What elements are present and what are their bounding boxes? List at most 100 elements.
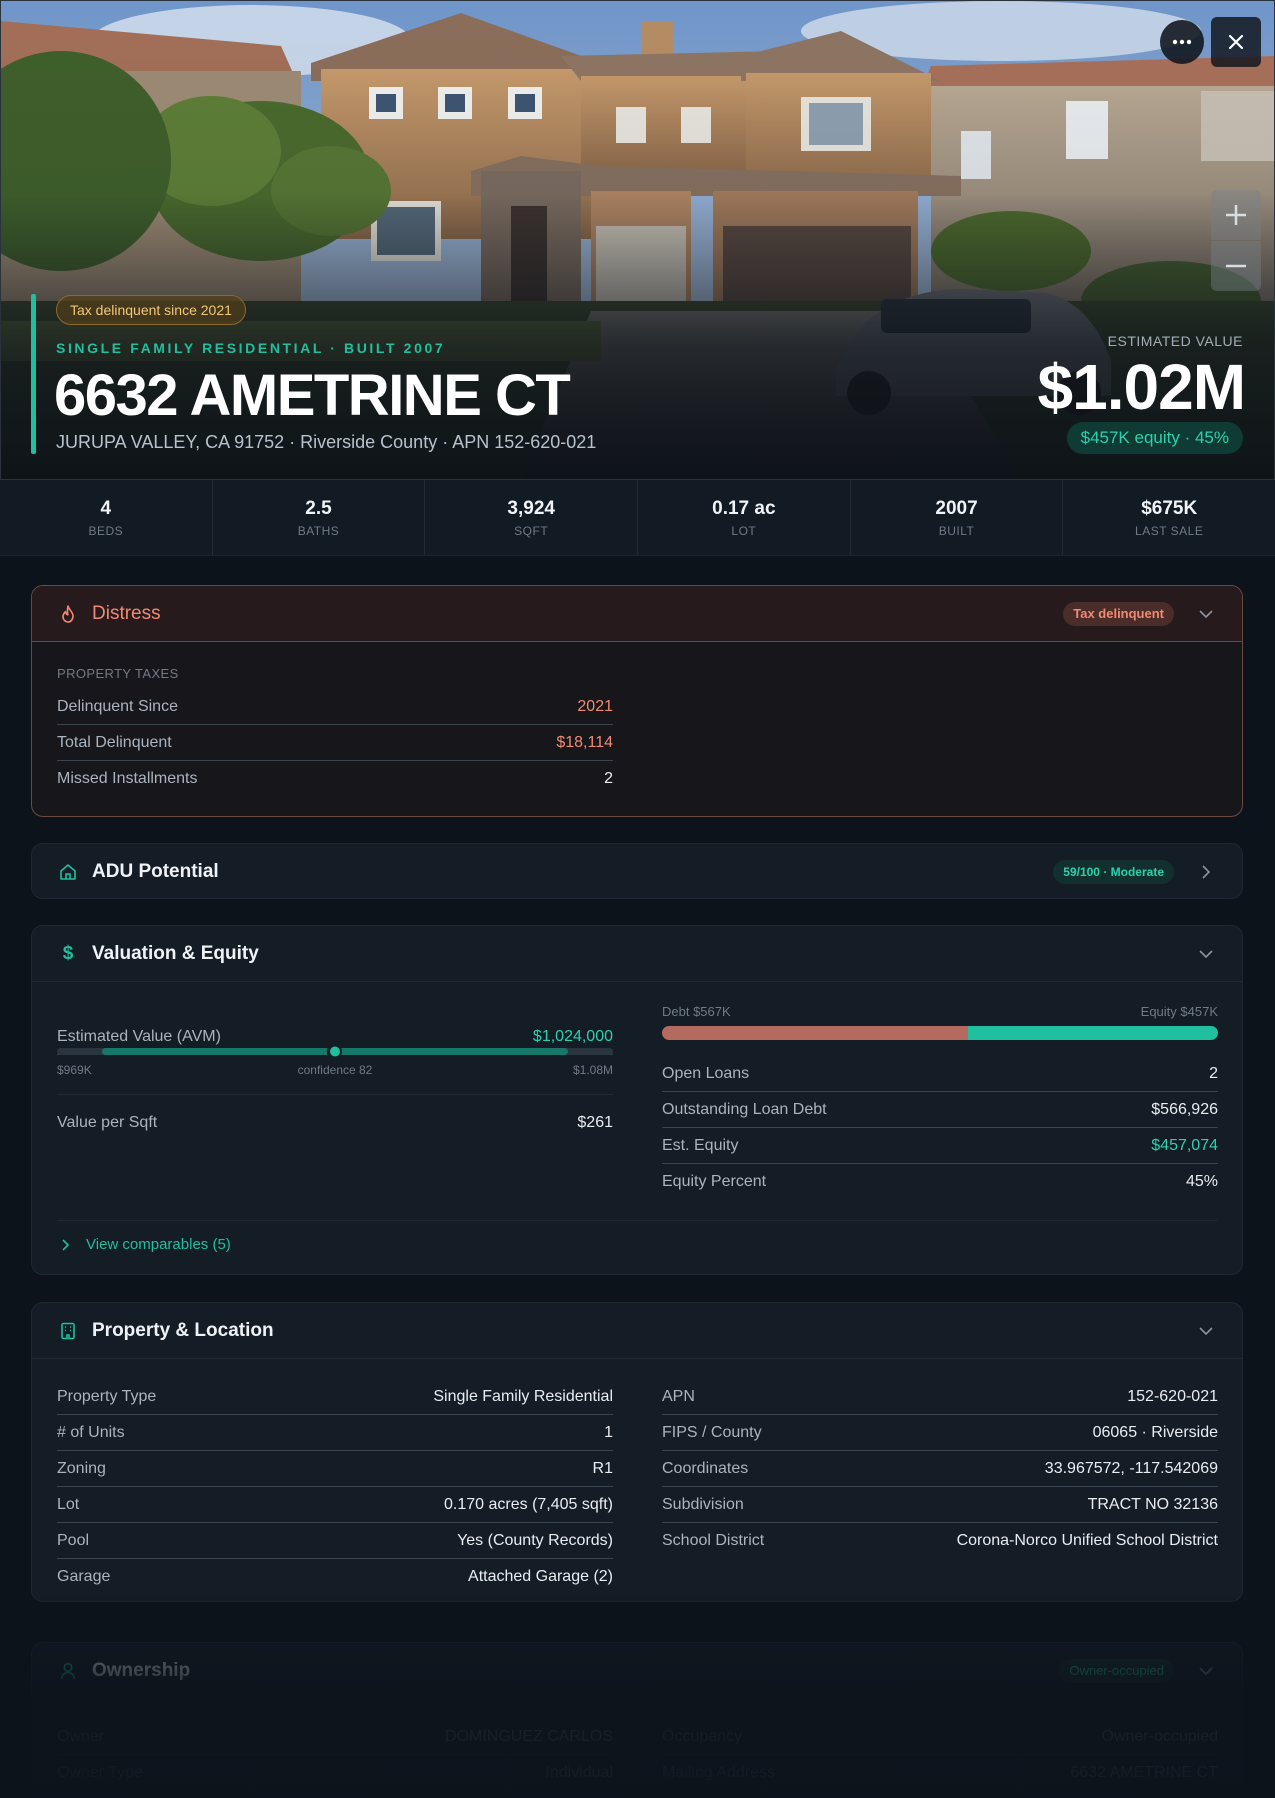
view-comparables-link[interactable]: View comparables (5)	[62, 1236, 231, 1253]
stat-value: 4	[100, 497, 112, 519]
chevron-right-icon[interactable]	[1196, 862, 1216, 882]
property-title: Property & Location	[92, 1319, 274, 1341]
row-value: 45%	[1185, 1173, 1218, 1190]
stat-value: 0.17 ac	[712, 497, 776, 519]
row-equity-percent: Equity Percent 45%	[662, 1164, 1218, 1200]
chevron-down-icon[interactable]	[1196, 1661, 1216, 1681]
stat-label: LAST SALE	[1135, 523, 1204, 538]
row-label: Owner Type	[57, 1764, 143, 1781]
row-value: Individual	[545, 1764, 613, 1781]
stat-value: $675K	[1141, 497, 1198, 519]
debt-segment	[662, 1026, 968, 1040]
distress-tag: Tax delinquent	[1063, 602, 1174, 626]
hero-accent-bar	[31, 294, 36, 454]
debt-label: Debt $567K	[662, 1004, 731, 1019]
row-label: Est. Equity	[662, 1136, 739, 1154]
row-value: 0.170 acres (7,405 sqft)	[444, 1495, 613, 1513]
ownership-card: Ownership Owner-occupied Owner DOMINGUEZ …	[31, 1642, 1243, 1798]
stat-label: LOT	[731, 523, 757, 538]
stat-beds: 4 BEDS	[0, 480, 213, 555]
row-value: Corona-Norco Unified School District	[956, 1532, 1218, 1549]
adu-score-tag: 59/100 · Moderate	[1053, 860, 1174, 884]
property-taxes-label: PROPERTY TAXES	[57, 666, 179, 681]
chevron-right-icon	[62, 1238, 70, 1251]
row-value: $261	[577, 1114, 613, 1131]
close-button[interactable]	[1211, 17, 1261, 67]
zoom-out-button[interactable]	[1211, 241, 1261, 291]
estimated-value: $1.02M	[1037, 351, 1246, 423]
row-value: 33.967572, -117.542069	[1044, 1459, 1218, 1477]
more-options-button[interactable]	[1160, 20, 1204, 64]
row-label: FIPS / County	[662, 1423, 762, 1441]
stat-built: 2007 BUILT	[851, 480, 1064, 555]
tax-delinquent-badge: Tax delinquent since 2021	[56, 295, 246, 325]
row-label: Zoning	[57, 1459, 106, 1477]
row-total-delinquent: Total Delinquent $18,114	[57, 725, 613, 761]
row-coordinates: Coordinates 33.967572, -117.542069	[662, 1451, 1218, 1487]
property-address: JURUPA VALLEY, CA 91752 · Riverside Coun…	[56, 432, 597, 452]
equity-segment	[967, 1026, 1218, 1040]
stat-last-sale: $675K LAST SALE	[1063, 480, 1275, 555]
stat-value: 2007	[935, 497, 978, 519]
row-label: Pool	[57, 1531, 90, 1549]
valuation-title: Valuation & Equity	[92, 942, 259, 964]
row-value: $1,024,000	[532, 1027, 613, 1045]
row-label: Equity Percent	[662, 1173, 767, 1190]
row-value: Single Family Residential	[433, 1387, 613, 1405]
equity-label: Equity $457K	[1140, 1004, 1218, 1019]
row-value: 2	[1209, 1064, 1218, 1082]
row-value: $566,926	[1151, 1100, 1218, 1118]
distress-card-header[interactable]: Distress Tax delinquent	[32, 586, 1242, 642]
plus-icon	[1226, 205, 1246, 225]
flame-icon	[58, 604, 78, 624]
stat-label: BEDS	[88, 523, 124, 538]
valuation-card-header[interactable]: $ Valuation & Equity	[32, 926, 1242, 982]
row-label: Outstanding Loan Debt	[662, 1100, 827, 1118]
range-low-label: $969K	[57, 1063, 92, 1077]
debt-equity-bar	[662, 1026, 1218, 1040]
chevron-down-icon[interactable]	[1196, 604, 1216, 624]
row-label: Subdivision	[662, 1495, 744, 1513]
row-label: Delinquent Since	[57, 697, 178, 715]
row-label: Value per Sqft	[57, 1114, 158, 1131]
row-label: Estimated Value (AVM)	[57, 1027, 221, 1045]
row-garage: Garage Attached Garage (2)	[57, 1559, 613, 1595]
property-card-header[interactable]: Property & Location	[32, 1303, 1242, 1359]
row-value: 2	[604, 770, 613, 787]
row-fips-county: FIPS / County 06065 · Riverside	[662, 1415, 1218, 1451]
stat-label: BUILT	[938, 523, 975, 538]
row-lot: Lot 0.170 acres (7,405 sqft)	[57, 1487, 613, 1523]
divider	[57, 1220, 1217, 1221]
confidence-label: confidence 82	[297, 1063, 373, 1077]
chevron-down-icon[interactable]	[1196, 1321, 1216, 1341]
estimated-value-label: ESTIMATED VALUE	[1107, 333, 1243, 349]
row-occupancy: Occupancy Owner-occupied	[662, 1719, 1218, 1755]
row-value: Yes (County Records)	[457, 1531, 613, 1549]
row-label: Mailing Address	[662, 1764, 775, 1781]
property-location-card: Property & Location Property Type Single …	[31, 1302, 1243, 1602]
adu-card-header[interactable]: ADU Potential 59/100 · Moderate	[32, 844, 1242, 898]
row-units: # of Units 1	[57, 1415, 613, 1451]
row-missed-installments: Missed Installments 2	[57, 761, 613, 797]
row-label: Open Loans	[662, 1064, 750, 1082]
chevron-down-icon[interactable]	[1196, 944, 1216, 964]
row-zoning: Zoning R1	[57, 1451, 613, 1487]
page-title: 6632 AMETRINE CT	[54, 363, 571, 428]
row-label: # of Units	[57, 1423, 125, 1441]
row-value: DOMINGUEZ CARLOS	[444, 1727, 613, 1745]
row-owner: Owner DOMINGUEZ CARLOS	[57, 1719, 613, 1755]
equity-badge: $457K equity · 45%	[1066, 422, 1243, 454]
adu-potential-card[interactable]: ADU Potential 59/100 · Moderate	[31, 843, 1243, 899]
row-value: TRACT NO 32136	[1087, 1495, 1218, 1513]
row-value: 6632 AMETRINE CT	[1070, 1764, 1218, 1781]
row-label: Coordinates	[662, 1459, 749, 1477]
row-outstanding-loan-debt: Outstanding Loan Debt $566,926	[662, 1092, 1218, 1128]
stat-baths: 2.5 BATHS	[213, 480, 426, 555]
avm-range-slider	[57, 1045, 613, 1059]
adu-title: ADU Potential	[92, 861, 219, 882]
property-type-line: SINGLE FAMILY RESIDENTIAL · BUILT 2007	[56, 340, 446, 356]
row-value: R1	[592, 1459, 613, 1477]
zoom-in-button[interactable]	[1211, 190, 1261, 240]
ownership-card-header[interactable]: Ownership Owner-occupied	[32, 1643, 1242, 1699]
row-value-per-sqft: Value per Sqft $261	[57, 1105, 613, 1141]
